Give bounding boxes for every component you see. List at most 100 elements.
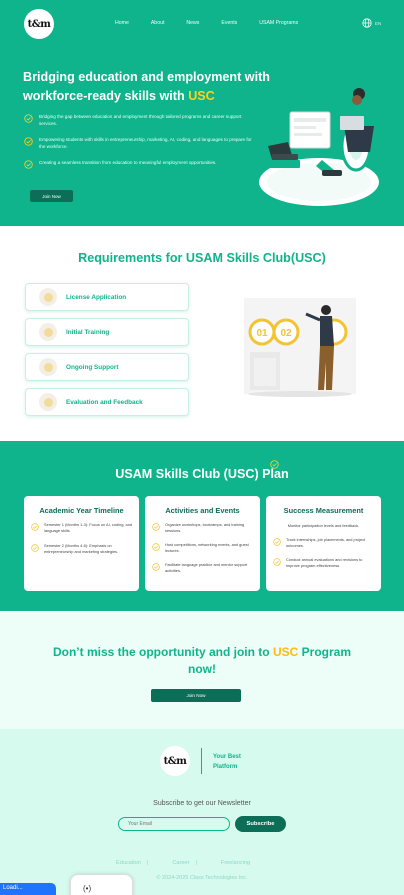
plan-section: USAM Skills Club (USC) Plan Academic Yea… (0, 441, 404, 611)
plan-item-text: Facilitate language practice and mentor … (165, 562, 248, 573)
plan-item: Semester 2 (Months 4-6): Emphasis on ent… (31, 543, 133, 555)
check-circle-icon (273, 558, 281, 566)
check-circle-icon (31, 523, 39, 531)
hero-bullet-list: Bridging the gap between education and e… (24, 113, 254, 178)
top-nav: t&m Home About News Events USAM Programs… (0, 0, 404, 48)
newsletter-email-input[interactable] (118, 817, 230, 831)
feedback-icon (39, 393, 57, 411)
footer-tagline: Your Best Platform (213, 752, 241, 772)
star-icon (39, 358, 57, 376)
cta-title: Don’t miss the opportunity and join to U… (40, 644, 364, 678)
footer-separator: | (195, 860, 197, 866)
footer-copyright: © 2024-2025 Class Technologies Inc. (156, 875, 248, 881)
footer-link-career[interactable]: Career (172, 860, 189, 866)
plan-item-text: Monitor participation levels and feedbac… (287, 523, 360, 528)
license-icon (39, 288, 57, 306)
check-circle-icon (152, 563, 160, 571)
requirements-section: Requirements for USAM Skills Club(USC) L… (0, 226, 404, 441)
check-circle-icon (270, 460, 279, 469)
license-icon-dot (43, 292, 53, 302)
footer-link-freelancing[interactable]: Freelancing (221, 860, 250, 866)
hero-illustration (259, 88, 379, 206)
nav-link-usam-programs[interactable]: USAM Programs (259, 20, 298, 26)
check-circle-icon (273, 538, 281, 546)
plan-item-text: Organize workshops, bootcamps, and train… (165, 522, 245, 533)
plan-item-text: Track internships, job placements, and p… (286, 537, 366, 548)
plan-item: Host competitions, networking events, an… (152, 542, 254, 554)
hero-bullet: Bridging the gap between education and e… (24, 113, 254, 127)
cta-title-highlight: USC (272, 645, 299, 659)
newsletter-heading: Subscribe to get our Newsletter (153, 800, 251, 807)
footer-logo[interactable]: t&m (160, 746, 190, 776)
plan-card-title: Activities and Events (165, 506, 240, 515)
language-selector[interactable]: EN (362, 18, 381, 28)
cta-section: Don’t miss the opportunity and join to U… (0, 611, 404, 729)
footer-tagline-line1: Your Best (213, 754, 241, 760)
plan-item-text: Host competitions, networking events, an… (165, 542, 249, 553)
plan-item: Conduct annual evaluations and revisions… (273, 557, 375, 569)
hero-title-main: Bridging education and employment with w… (23, 70, 270, 103)
hero-join-button[interactable]: Join Now (30, 190, 73, 202)
floating-loading-widget[interactable]: Loadi... (0, 883, 56, 895)
plan-item: Organize workshops, bootcamps, and train… (152, 522, 254, 534)
footer-link-education[interactable]: Education (116, 860, 141, 866)
footer-links: Education | Career | Freelancing (116, 860, 250, 866)
nav-link-events[interactable]: Events (221, 20, 237, 26)
nav-link-about[interactable]: About (151, 20, 165, 26)
hero-title: Bridging education and employment with w… (23, 68, 273, 106)
requirements-illustration: 01 02 (244, 298, 356, 397)
plan-card-activities: Activities and Events Organize workshops… (145, 496, 260, 591)
training-icon-dot (43, 327, 53, 337)
plan-item: Track internships, job placements, and p… (273, 537, 375, 549)
check-circle-icon (152, 543, 160, 551)
footer-tagline-line2: Platform (213, 764, 238, 770)
plan-item: Facilitate language practice and mentor … (152, 562, 254, 574)
feedback-icon-dot (43, 397, 53, 407)
requirement-card-license[interactable]: License Application (25, 283, 189, 311)
cta-join-button[interactable]: Join Now (151, 689, 241, 702)
requirement-label: Initial Training (66, 328, 110, 336)
requirement-label: License Application (66, 293, 127, 301)
plan-card-success: Success Measurement Monitor participatio… (266, 496, 381, 591)
requirement-card-evaluation[interactable]: Evaluation and Feedback (25, 388, 189, 416)
hero-title-highlight: USC (188, 89, 215, 103)
check-circle-icon (24, 137, 33, 146)
hero-bullet: Creating a seamless transition from educ… (24, 159, 254, 169)
nav-links: Home About News Events USAM Programs (115, 20, 320, 26)
plan-title: USAM Skills Club (USC) Plan (115, 467, 289, 481)
subscribe-button[interactable]: Subscribe (235, 816, 286, 832)
requirement-label: Ongoing Support (66, 363, 119, 371)
plan-item-text: Semester 2 (Months 4-6): Emphasis on ent… (44, 543, 119, 554)
plan-card-title: Success Measurement (283, 506, 364, 515)
nav-link-home[interactable]: Home (115, 20, 129, 26)
hero-bullet-text: Creating a seamless transition from educ… (39, 160, 217, 165)
requirement-card-training[interactable]: Initial Training (25, 318, 189, 346)
footer-logo-text: t&m (163, 755, 187, 767)
logo-text: t&m (27, 18, 51, 30)
floating-widget-icon: (•) (83, 884, 92, 893)
footer-separator: | (146, 860, 149, 866)
check-circle-icon (31, 544, 39, 552)
hero-bullet-text: Empowering students with skills in entre… (39, 137, 252, 149)
nav-link-news[interactable]: News (186, 20, 199, 26)
training-icon (39, 323, 57, 341)
hero-bullet: Empowering students with skills in entre… (24, 136, 254, 150)
cta-title-before: Don’t miss the opportunity and join to (52, 645, 273, 659)
requirement-card-support[interactable]: Ongoing Support (25, 353, 189, 381)
plan-item-text: Conduct annual evaluations and revisions… (286, 557, 363, 568)
plan-card-title: Academic Year Timeline (39, 506, 124, 515)
globe-icon (362, 18, 372, 28)
floating-accessibility-widget[interactable]: (•) (70, 874, 133, 895)
requirements-title: Requirements for USAM Skills Club(USC) (78, 251, 326, 265)
check-circle-icon (152, 523, 160, 531)
site-logo[interactable]: t&m (24, 9, 54, 39)
plan-item-text: Semester 1 (Months 1-3): Focus on AI, co… (44, 522, 133, 533)
star-icon-dot (43, 362, 53, 372)
requirement-label: Evaluation and Feedback (66, 398, 143, 406)
footer: t&m Your Best Platform Subscribe to get … (0, 729, 404, 895)
svg-text:02: 02 (280, 328, 292, 339)
floating-loading-text: Loadi... (3, 885, 23, 891)
check-circle-icon (24, 160, 33, 169)
language-label: EN (375, 20, 382, 26)
footer-divider (201, 748, 202, 774)
